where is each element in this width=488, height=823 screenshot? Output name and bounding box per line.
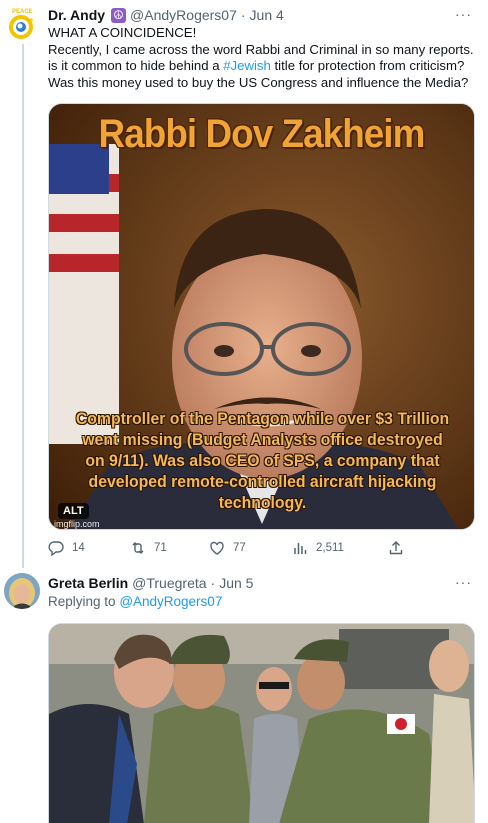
meme-title: Rabbi Dov Zakheim	[98, 112, 426, 156]
heart-icon	[210, 541, 224, 555]
svg-text:PEACE: PEACE	[12, 9, 33, 15]
reply-count: 14	[72, 542, 85, 554]
replying-handle-link[interactable]: @AndyRogers07	[119, 594, 222, 609]
watermark: imgflip.com	[54, 519, 100, 529]
more-options-icon[interactable]: ···	[455, 6, 472, 22]
retweet-button[interactable]: 71	[130, 540, 167, 556]
timestamp[interactable]: Jun 4	[250, 6, 284, 24]
retweet-count: 71	[154, 542, 167, 554]
peace-icon: ☮	[111, 7, 127, 23]
handle[interactable]: @Truegreta	[132, 574, 206, 592]
thread-line	[22, 44, 24, 568]
views-count: 2,511	[316, 542, 344, 554]
replying-label: Replying to	[48, 594, 116, 609]
views-button[interactable]: 2,511	[292, 540, 344, 556]
tweet-text-line1: WHAT A COINCIDENCE!	[48, 25, 197, 40]
separator: ·	[240, 7, 246, 23]
separator: ·	[210, 575, 216, 591]
tweet-image[interactable]: Rabbi Dov Zakheim Comptroller of the Pen…	[48, 103, 475, 530]
tweet-image[interactable]	[48, 623, 475, 823]
avatar[interactable]: PEACE	[4, 6, 40, 42]
photo-image	[49, 624, 474, 823]
peace-avatar-icon: PEACE	[4, 6, 40, 42]
avatar[interactable]	[4, 573, 40, 609]
reply-button[interactable]: 14	[48, 540, 85, 556]
share-button[interactable]	[388, 540, 404, 556]
tweet-header: Greta Berlin @Truegreta · Jun 5	[48, 574, 253, 592]
share-icon	[389, 541, 403, 555]
views-chart-icon	[294, 543, 307, 554]
reply-icon	[48, 541, 64, 556]
tweet-actions: 14 71 77 2,511	[48, 540, 418, 558]
tweet-text: WHAT A COINCIDENCE! Recently, I came acr…	[48, 25, 478, 91]
handle[interactable]: @AndyRogers07	[130, 6, 237, 24]
more-options-icon[interactable]: ···	[455, 574, 472, 590]
meme-caption: Comptroller of the Pentagon while over $…	[75, 409, 450, 512]
like-count: 77	[233, 542, 246, 554]
display-name[interactable]: Dr. Andy	[48, 6, 105, 24]
tweet-header: Dr. Andy ☮ @AndyRogers07 · Jun 4	[48, 6, 284, 24]
alt-text-badge[interactable]: ALT	[58, 503, 89, 519]
tweet-text-body: Recently, I came across the word Rabbi a…	[48, 42, 478, 92]
hashtag-link[interactable]: #Jewish	[223, 58, 271, 73]
replying-to: Replying to @AndyRogers07	[48, 594, 222, 609]
profile-photo	[4, 573, 40, 609]
retweet-icon	[132, 542, 144, 554]
display-name[interactable]: Greta Berlin	[48, 574, 128, 592]
like-button[interactable]: 77	[209, 540, 246, 556]
timestamp[interactable]: Jun 5	[219, 574, 253, 592]
